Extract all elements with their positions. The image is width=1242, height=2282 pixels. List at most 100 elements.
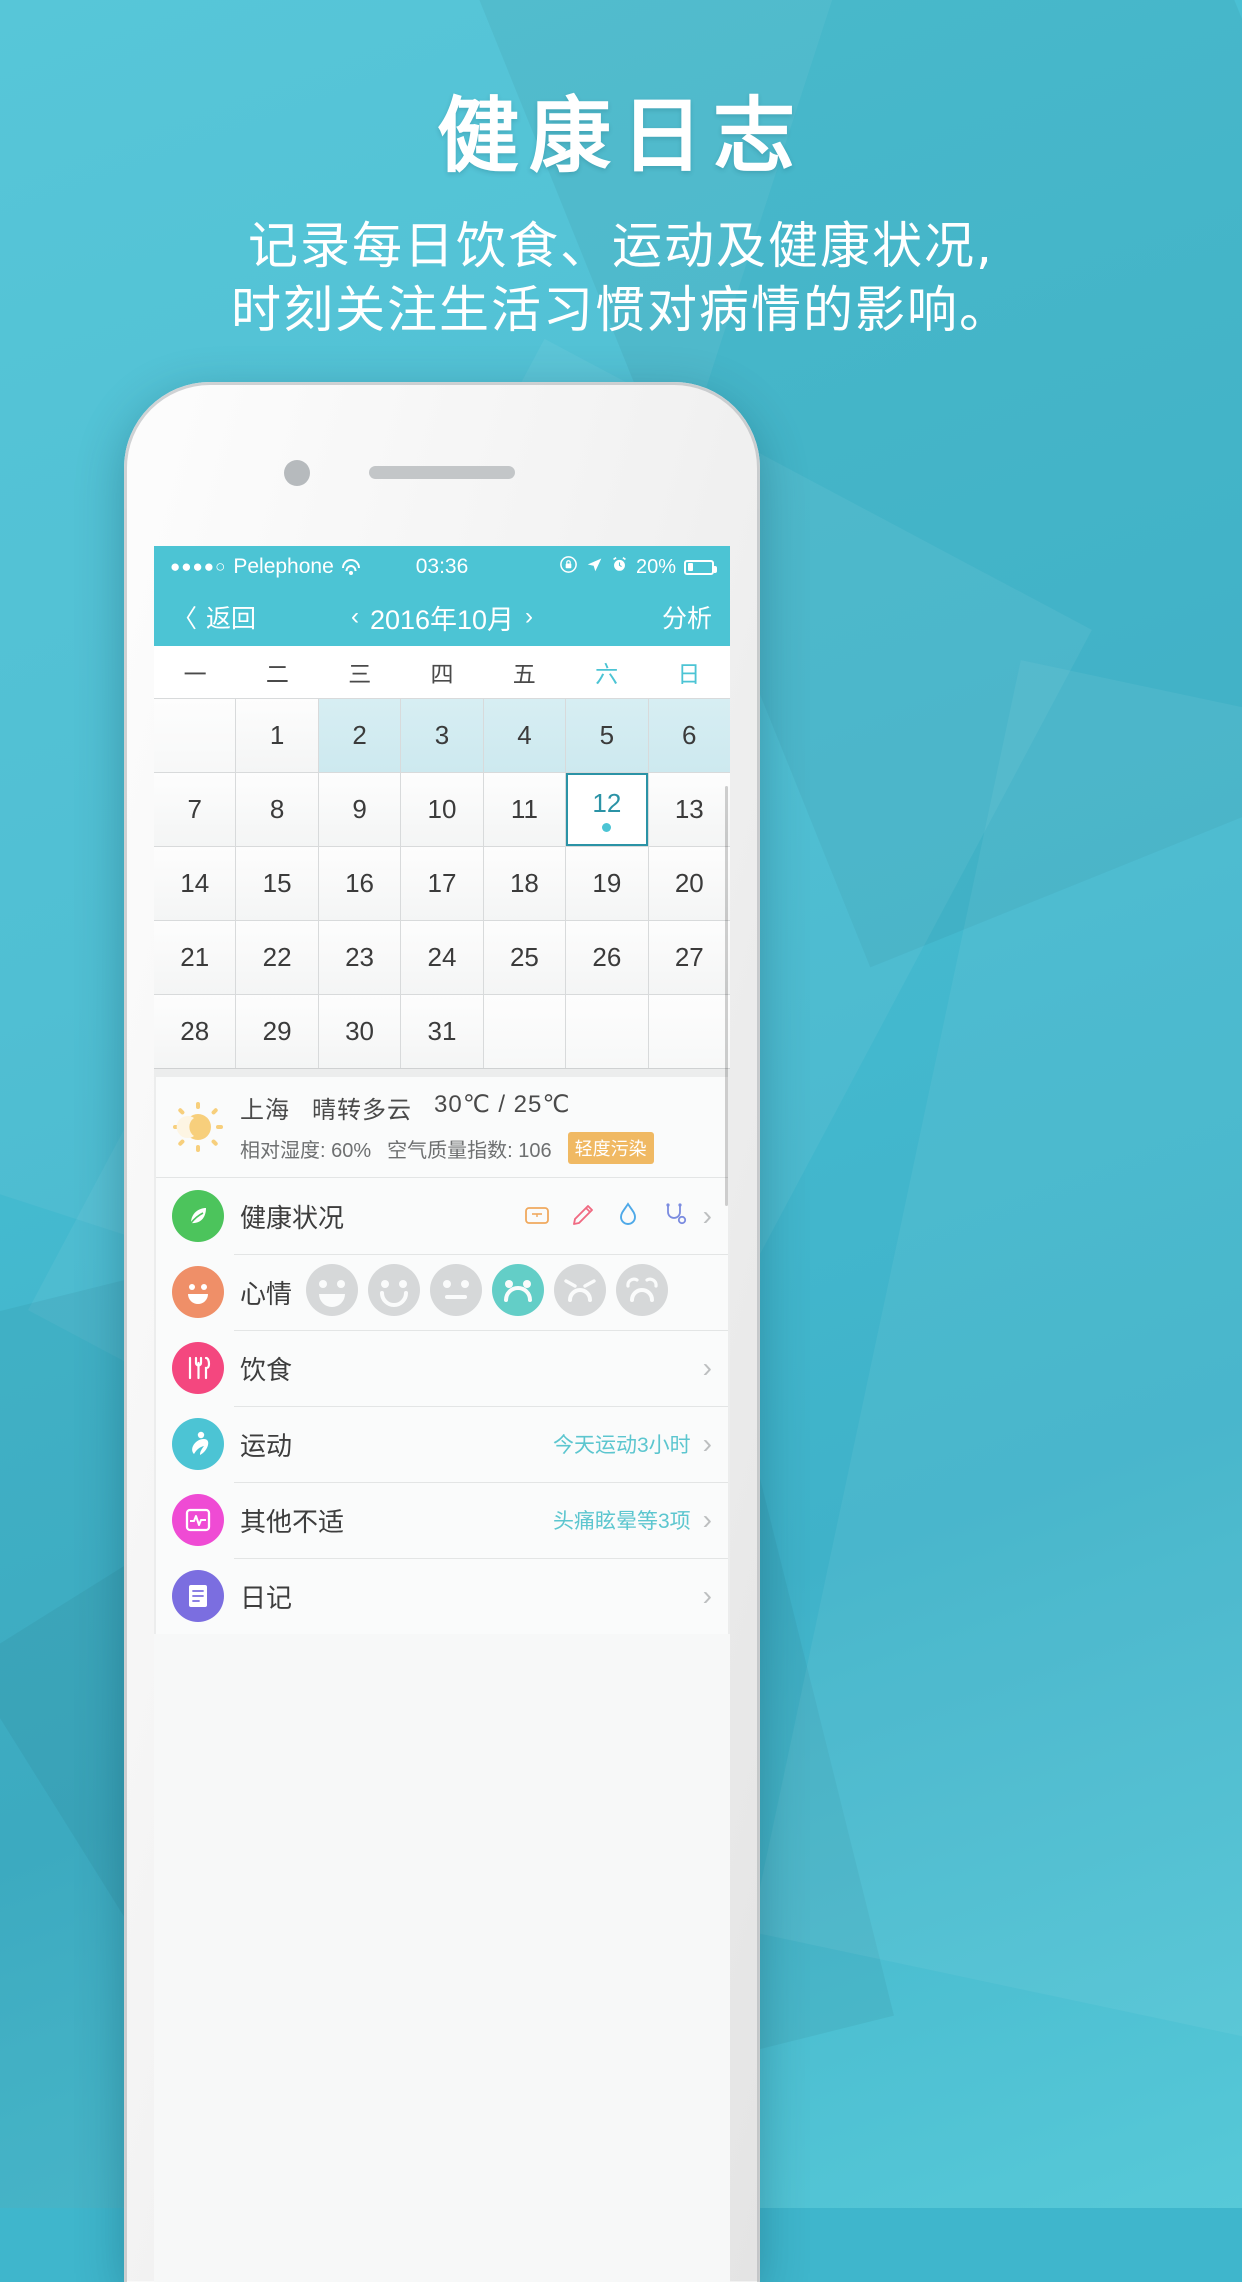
calendar-day-30[interactable]: 30 bbox=[318, 995, 401, 1068]
day-number: 10 bbox=[427, 794, 457, 824]
battery-percent: 20% bbox=[635, 555, 676, 578]
calendar-day-24[interactable]: 24 bbox=[401, 921, 483, 994]
day-number: 5 bbox=[599, 720, 615, 750]
mood-option-sad-face[interactable] bbox=[492, 1263, 545, 1321]
calendar-day-1[interactable]: 1 bbox=[236, 699, 318, 772]
vertical-scrollbar[interactable] bbox=[725, 786, 728, 1206]
calendar-day-8[interactable]: 8 bbox=[236, 773, 318, 846]
calendar-day-31[interactable]: 31 bbox=[401, 995, 483, 1068]
back-button[interactable]: 〈 返回 bbox=[172, 599, 256, 635]
calendar-day-14[interactable]: 14 bbox=[154, 847, 236, 920]
calendar-day-2[interactable]: 2 bbox=[318, 699, 401, 772]
thermometer-icon[interactable] bbox=[569, 1201, 599, 1231]
day-number: 16 bbox=[345, 868, 375, 898]
list-item[interactable]: 日记 › bbox=[156, 1558, 728, 1634]
weekday-header-6: 日 bbox=[677, 661, 701, 687]
status-bar: ●●●●○ Pelephone 03:36 20% bbox=[154, 546, 730, 588]
alarm-clock-icon bbox=[611, 556, 628, 579]
running-person-icon bbox=[172, 1418, 224, 1470]
calendar-day-11[interactable]: 11 bbox=[483, 773, 566, 846]
day-number: 15 bbox=[262, 868, 292, 898]
calendar-day-5[interactable]: 5 bbox=[566, 699, 648, 772]
weight-scale-icon[interactable] bbox=[523, 1201, 553, 1231]
calendar-day-29[interactable]: 29 bbox=[236, 995, 318, 1068]
calendar-day-6[interactable]: 6 bbox=[648, 699, 730, 772]
calendar-day-18[interactable]: 18 bbox=[483, 847, 566, 920]
day-number: 26 bbox=[592, 942, 622, 972]
next-month-button[interactable]: › bbox=[525, 603, 533, 631]
hero-section: 健康日志 记录每日饮食、运动及健康状况, 时刻关注生活习惯对病情的影响。 bbox=[0, 96, 1242, 342]
calendar-day-empty bbox=[483, 995, 566, 1068]
mood-option-crying-face[interactable] bbox=[616, 1263, 669, 1321]
calendar-day-28[interactable]: 28 bbox=[154, 995, 236, 1068]
mood-option-smile-face[interactable] bbox=[368, 1263, 421, 1321]
day-number: 25 bbox=[509, 942, 539, 972]
stethoscope-icon[interactable] bbox=[661, 1201, 691, 1231]
month-title: 2016年10月 bbox=[369, 604, 515, 635]
calendar-day-10[interactable]: 10 bbox=[401, 773, 483, 846]
chevron-left-icon: 〈 bbox=[172, 605, 198, 633]
phone-mockup: ●●●●○ Pelephone 03:36 20% 〈 返回 ‹ 2016年10… bbox=[124, 382, 760, 2282]
calendar-day-19[interactable]: 19 bbox=[566, 847, 648, 920]
list-item[interactable]: 其他不适 头痛眩晕等3项 › bbox=[156, 1482, 728, 1558]
list-item-label: 运动 bbox=[240, 1430, 293, 1461]
day-number: 29 bbox=[262, 1016, 292, 1046]
weekday-header-2: 三 bbox=[348, 661, 372, 687]
analysis-button[interactable]: 分析 bbox=[662, 599, 712, 635]
calendar-day-13[interactable]: 13 bbox=[648, 773, 730, 846]
rotation-lock-icon bbox=[559, 555, 578, 580]
day-number: 14 bbox=[180, 868, 210, 898]
location-arrow-icon bbox=[586, 556, 603, 579]
calendar-day-9[interactable]: 9 bbox=[318, 773, 401, 846]
leaf-icon bbox=[172, 1190, 224, 1242]
calendar-day-21[interactable]: 21 bbox=[154, 921, 236, 994]
calendar-day-12[interactable]: 12 bbox=[566, 773, 648, 846]
page-title: 健康日志 bbox=[436, 89, 805, 184]
day-number: 28 bbox=[180, 1016, 210, 1046]
smiley-face-icon bbox=[172, 1266, 224, 1318]
list-item-trailing: › bbox=[703, 1352, 712, 1384]
daily-log-section: 上海 晴转多云 30℃ / 25℃ 相对湿度: 60% 空气质量指数: 106 … bbox=[154, 1069, 730, 1634]
chevron-right-icon: › bbox=[702, 1504, 712, 1535]
day-number: 18 bbox=[509, 868, 539, 898]
carrier-name: Pelephone bbox=[233, 555, 334, 578]
day-number: 4 bbox=[517, 720, 532, 750]
calendar-day-16[interactable]: 16 bbox=[318, 847, 401, 920]
mood-option-laugh-face[interactable] bbox=[306, 1263, 359, 1321]
health-metric-icons bbox=[523, 1201, 691, 1231]
mood-option-neutral-face[interactable] bbox=[430, 1263, 483, 1321]
list-item[interactable]: 健康状况 › bbox=[156, 1178, 728, 1254]
calendar-day-26[interactable]: 26 bbox=[566, 921, 648, 994]
back-label: 返回 bbox=[206, 605, 257, 633]
prev-month-button[interactable]: ‹ bbox=[351, 603, 359, 631]
mood-option-upset-face[interactable] bbox=[554, 1263, 607, 1321]
calendar-day-22[interactable]: 22 bbox=[236, 921, 318, 994]
subtitle-line-2: 时刻关注生活习惯对病情的影响。 bbox=[231, 281, 1011, 339]
calendar-day-7[interactable]: 7 bbox=[154, 773, 236, 846]
blood-drop-icon[interactable] bbox=[615, 1201, 645, 1231]
calendar-day-20[interactable]: 20 bbox=[648, 847, 730, 920]
list-item[interactable]: 心情 bbox=[156, 1254, 728, 1330]
list-item-label: 其他不适 bbox=[240, 1506, 345, 1537]
calendar-day-3[interactable]: 3 bbox=[401, 699, 483, 772]
weather-row[interactable]: 上海 晴转多云 30℃ / 25℃ 相对湿度: 60% 空气质量指数: 106 … bbox=[156, 1077, 728, 1178]
notebook-icon bbox=[172, 1570, 224, 1622]
calendar-day-empty bbox=[648, 995, 730, 1068]
weekday-header-1: 二 bbox=[265, 661, 289, 687]
day-number: 30 bbox=[345, 1016, 375, 1046]
calendar-day-15[interactable]: 15 bbox=[236, 847, 318, 920]
navigation-bar: 〈 返回 ‹ 2016年10月 › 分析 bbox=[154, 588, 730, 646]
front-camera bbox=[284, 460, 310, 486]
calendar-day-4[interactable]: 4 bbox=[483, 699, 566, 772]
list-item[interactable]: 运动 今天运动3小时 › bbox=[156, 1406, 728, 1482]
calendar-day-17[interactable]: 17 bbox=[401, 847, 483, 920]
calendar-day-23[interactable]: 23 bbox=[318, 921, 401, 994]
day-event-dot bbox=[602, 822, 612, 832]
day-number: 31 bbox=[427, 1016, 457, 1046]
sun-moon-icon bbox=[172, 1101, 224, 1153]
list-item-label: 心情 bbox=[240, 1278, 293, 1309]
calendar-day-25[interactable]: 25 bbox=[483, 921, 566, 994]
calendar-day-27[interactable]: 27 bbox=[648, 921, 730, 994]
list-item-trailing: 头痛眩晕等3项 › bbox=[553, 1504, 712, 1536]
list-item[interactable]: 饮食 › bbox=[156, 1330, 728, 1406]
